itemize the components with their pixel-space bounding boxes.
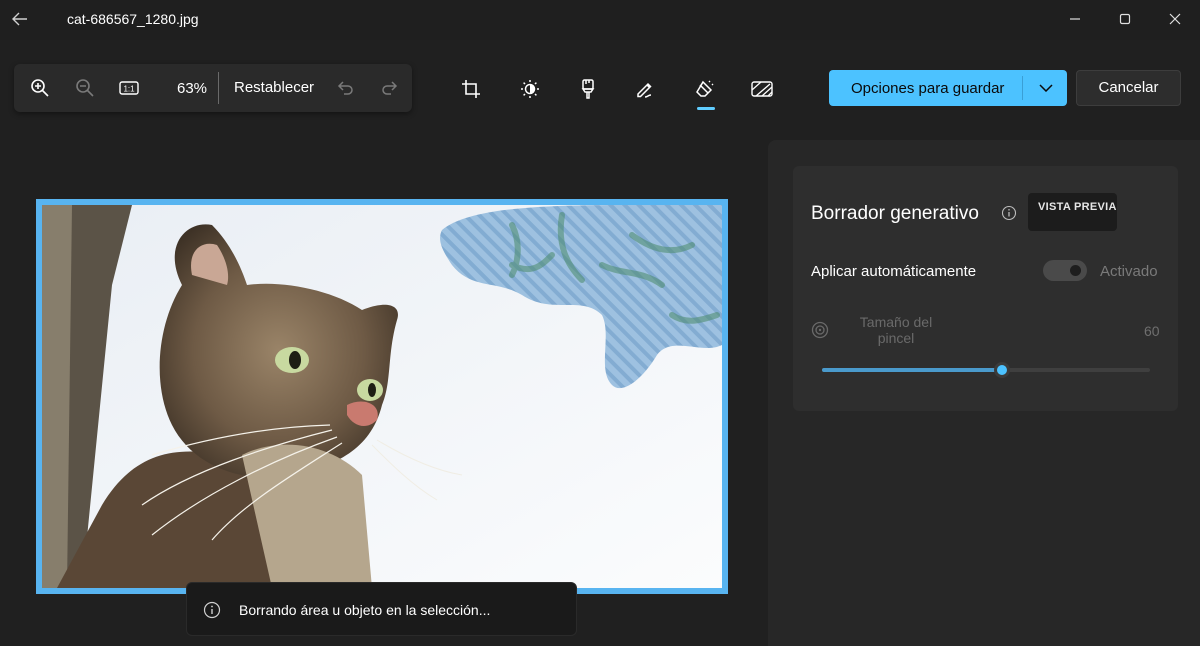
slider-fill — [822, 368, 1003, 372]
info-icon[interactable] — [1001, 205, 1017, 221]
redo-button[interactable] — [374, 64, 404, 112]
actual-size-button[interactable]: 1:1 — [114, 64, 144, 112]
cancel-button[interactable]: Cancelar — [1076, 70, 1181, 106]
brush-size-value: 60 — [1144, 323, 1160, 339]
zoom-in-icon — [31, 79, 49, 97]
redo-icon — [382, 81, 398, 95]
maximize-button[interactable] — [1110, 6, 1140, 32]
brush-size-icon — [811, 321, 829, 339]
brush-size-slider[interactable] — [822, 362, 1150, 378]
crop-tool[interactable] — [454, 72, 488, 106]
arrow-left-icon — [12, 12, 27, 26]
adjust-tool[interactable] — [513, 72, 547, 106]
auto-apply-state: Activado — [1100, 263, 1158, 280]
minimize-icon — [1070, 18, 1080, 20]
undo-button[interactable] — [331, 64, 361, 112]
background-blur-icon — [751, 81, 773, 97]
slider-thumb[interactable] — [994, 362, 1011, 378]
toast-message: Borrando área u objeto en la selección..… — [239, 602, 491, 618]
status-toast: Borrando área u objeto en la selección..… — [186, 582, 577, 636]
cat-photo — [42, 205, 722, 588]
auto-apply-toggle[interactable] — [1043, 260, 1087, 281]
zoom-level: 63% — [177, 80, 208, 97]
info-icon — [203, 601, 221, 619]
crop-icon — [462, 80, 480, 98]
back-button[interactable] — [8, 6, 32, 32]
preview-badge: VISTA PREVIA — [1028, 193, 1117, 231]
markup-tool[interactable] — [628, 72, 662, 106]
pen-icon — [637, 82, 652, 98]
toolbar-divider — [218, 72, 219, 104]
svg-text:1:1: 1:1 — [123, 85, 135, 94]
save-options-label: Opciones para guardar — [851, 80, 1005, 97]
close-button[interactable] — [1160, 6, 1190, 32]
toggle-knob — [1070, 265, 1081, 276]
active-tool-indicator — [697, 107, 715, 110]
image-canvas[interactable] — [36, 199, 728, 594]
minimize-button[interactable] — [1060, 6, 1090, 32]
properties-panel: Borrador generativo VISTA PREVIA Aplicar… — [768, 140, 1200, 646]
close-icon — [1169, 13, 1181, 25]
undo-icon — [337, 81, 353, 95]
panel-title: Borrador generativo — [811, 203, 979, 224]
filter-icon — [581, 79, 595, 99]
actual-size-icon: 1:1 — [119, 81, 139, 95]
zoom-in-button[interactable] — [25, 64, 55, 112]
save-options-button[interactable]: Opciones para guardar — [829, 70, 1067, 106]
eraser-icon — [696, 80, 714, 97]
background-tool[interactable] — [745, 72, 779, 106]
window-title: cat-686567_1280.jpg — [67, 11, 199, 27]
chevron-down-icon — [1039, 84, 1053, 92]
erase-tool[interactable] — [688, 72, 722, 106]
maximize-icon — [1119, 13, 1131, 25]
brush-size-label: Tamaño del pincel — [859, 314, 933, 346]
zoom-out-button[interactable] — [70, 64, 100, 112]
reset-button[interactable]: Restablecer — [234, 79, 314, 96]
auto-apply-label: Aplicar automáticamente — [811, 263, 977, 280]
title-bar: cat-686567_1280.jpg — [0, 0, 1200, 40]
generative-erase-card: Borrador generativo VISTA PREVIA Aplicar… — [793, 166, 1178, 411]
save-separator — [1022, 76, 1023, 100]
zoom-out-icon — [76, 79, 94, 97]
zoom-toolbar: 1:1 63% Restablecer — [14, 64, 412, 112]
save-dropdown-button[interactable] — [1037, 79, 1055, 97]
brightness-icon — [521, 80, 539, 98]
filter-tool[interactable] — [571, 72, 605, 106]
